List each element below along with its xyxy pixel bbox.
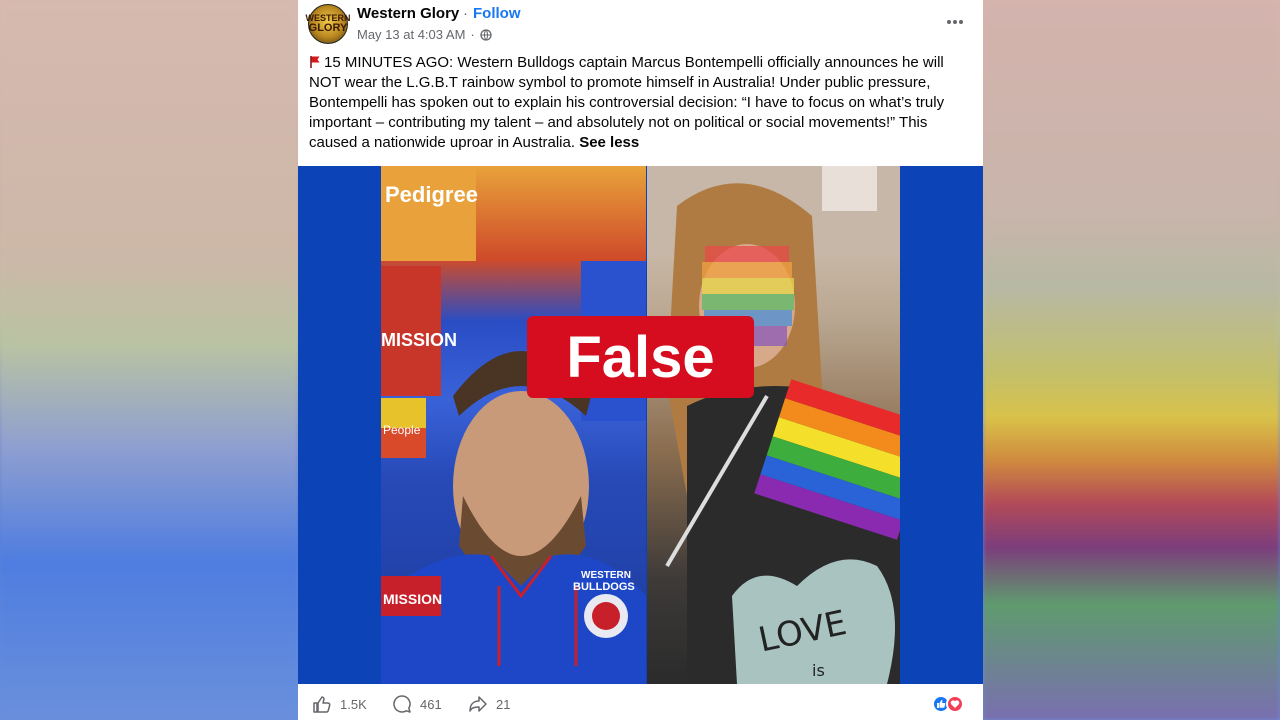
false-rating-badge: False — [527, 316, 754, 398]
avatar-text-line2: GLORY — [308, 22, 348, 34]
red-flag-icon — [310, 56, 320, 68]
jacket-text-2: BULLDOGS — [573, 581, 635, 593]
like-count: 1.5K — [340, 696, 367, 712]
share-stat[interactable]: 21 — [468, 694, 510, 714]
background-blur-right — [983, 0, 1280, 720]
post-image[interactable]: Pedigree MISSION People MISSION WESTERN … — [298, 166, 983, 684]
share-count: 21 — [496, 696, 511, 712]
facebook-post: WESTERN GLORY Western Glory · Follow May… — [298, 0, 983, 720]
sponsor-text-1: Pedigree — [385, 182, 478, 207]
page-avatar[interactable]: WESTERN GLORY — [306, 4, 351, 44]
post-caption: 15 MINUTES AGO: Western Bulldogs captain… — [309, 53, 977, 153]
thumbs-up-icon — [313, 696, 331, 713]
share-icon — [469, 696, 487, 712]
see-less-link[interactable]: See less — [579, 134, 639, 151]
sponsor-text-3: People — [383, 423, 421, 437]
comment-icon — [393, 695, 411, 713]
more-options-icon[interactable] — [943, 10, 967, 34]
comment-count: 461 — [420, 696, 442, 712]
header-separator: · — [463, 5, 468, 22]
post-header: WESTERN GLORY Western Glory · Follow May… — [298, 0, 983, 52]
follow-button[interactable]: Follow — [473, 5, 521, 22]
post-meta: May 13 at 4:03 AM · — [357, 27, 492, 42]
background-blur-left — [0, 0, 298, 720]
like-stat[interactable]: 1.5K — [312, 694, 367, 714]
globe-icon — [480, 28, 492, 41]
player-photo: Pedigree MISSION People MISSION WESTERN … — [381, 166, 646, 684]
page-name-link[interactable]: Western Glory — [357, 5, 459, 22]
sponsor-text-2: MISSION — [381, 330, 457, 350]
engagement-bar: 1.5K 461 21 — [298, 686, 983, 720]
comment-stat[interactable]: 461 — [392, 694, 442, 714]
rainbow-supporter-photo: LOVE is — [647, 166, 900, 684]
jacket-logo: MISSION — [383, 591, 442, 607]
meta-separator: · — [470, 27, 475, 42]
post-timestamp[interactable]: May 13 at 4:03 AM — [357, 27, 465, 42]
jacket-text-1: WESTERN — [581, 570, 631, 581]
reaction-icons[interactable] — [932, 695, 964, 713]
love-reaction-icon — [946, 695, 964, 713]
sign-text-2: is — [812, 661, 825, 680]
